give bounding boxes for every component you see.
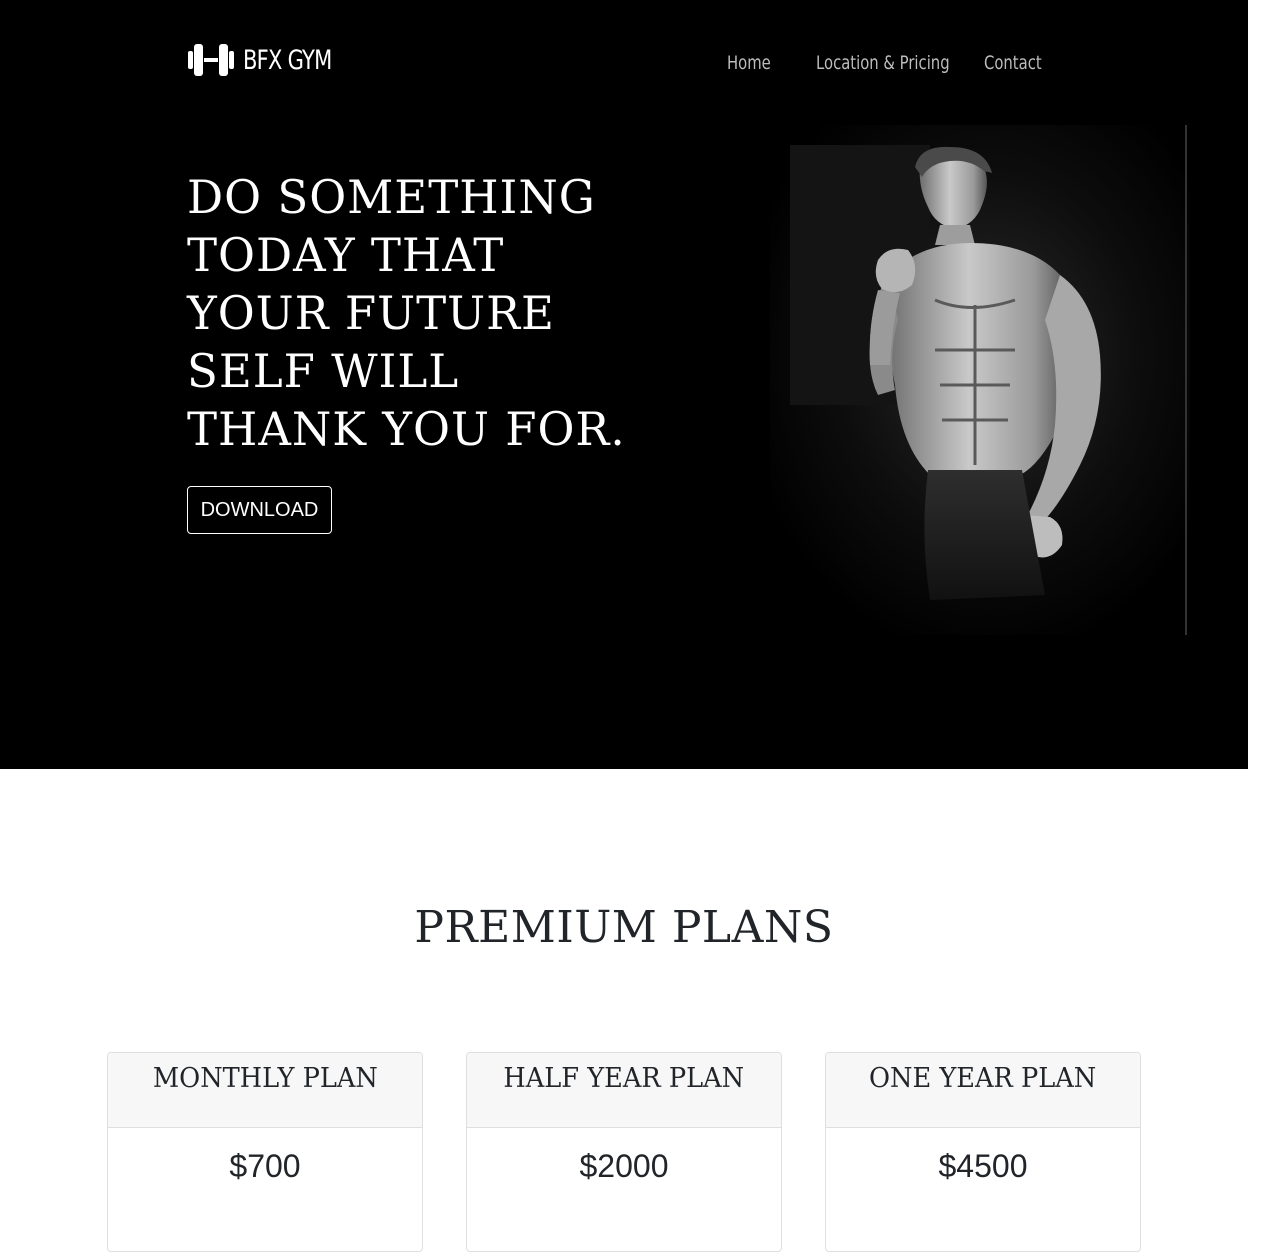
plans-title: PREMIUM PLANS — [414, 902, 834, 953]
download-button[interactable]: DOWNLOAD — [187, 486, 332, 534]
bodybuilder-photo — [770, 125, 1190, 635]
plan-price: $700 — [229, 1148, 301, 1184]
nav-contact[interactable]: Contact — [984, 52, 1042, 74]
nav-home[interactable]: Home — [727, 52, 771, 74]
plan-name: ONE YEAR PLAN — [869, 1063, 1097, 1094]
nav-location-pricing[interactable]: Location & Pricing — [816, 52, 950, 74]
brand-name: BFX GYM — [243, 44, 332, 76]
plan-price: $2000 — [579, 1148, 669, 1184]
hero-section: BFX GYM Home Location & Pricing Contact … — [0, 0, 1248, 769]
plan-card-half-year: HALF YEAR PLAN $2000 — [466, 1052, 782, 1252]
plan-name: HALF YEAR PLAN — [503, 1063, 745, 1094]
plan-price: $4500 — [938, 1148, 1028, 1184]
navbar: BFX GYM Home Location & Pricing Contact — [187, 40, 1047, 90]
brand-logo[interactable]: BFX GYM — [187, 42, 357, 78]
hero-headline: DO SOMETHING TODAY THAT YOUR FUTURE SELF… — [187, 170, 626, 456]
plan-card-header: ONE YEAR PLAN — [826, 1053, 1140, 1128]
dumbbell-icon — [188, 44, 234, 76]
plan-name: MONTHLY PLAN — [152, 1063, 378, 1094]
plan-card-monthly: MONTHLY PLAN $700 — [107, 1052, 423, 1252]
plan-card-header: MONTHLY PLAN — [108, 1053, 422, 1128]
plan-card-one-year: ONE YEAR PLAN $4500 — [825, 1052, 1141, 1252]
plan-card-header: HALF YEAR PLAN — [467, 1053, 781, 1128]
